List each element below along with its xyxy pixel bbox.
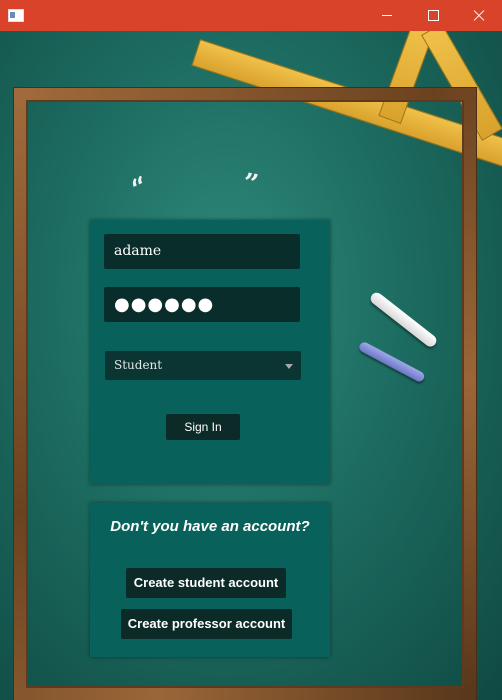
login-panel: ●●●●●● Student Sign In <box>90 220 330 484</box>
maximize-icon[interactable] <box>410 0 456 31</box>
create-student-account-button[interactable]: Create student account <box>126 568 286 598</box>
app-icon <box>8 9 24 22</box>
sign-in-button[interactable]: Sign In <box>166 414 240 440</box>
signup-panel: Don't you have an account? Create studen… <box>90 503 330 657</box>
minimize-icon[interactable] <box>364 0 410 31</box>
chevron-down-icon <box>285 364 293 369</box>
username-input[interactable] <box>104 234 300 269</box>
password-input[interactable]: ●●●●●● <box>104 287 300 322</box>
create-professor-account-button[interactable]: Create professor account <box>121 609 292 639</box>
role-select[interactable]: Student <box>105 351 301 380</box>
close-icon[interactable] <box>456 0 502 31</box>
role-select-value: Student <box>114 358 163 372</box>
title-bar <box>0 0 502 31</box>
no-account-question: Don't you have an account? <box>110 518 310 535</box>
